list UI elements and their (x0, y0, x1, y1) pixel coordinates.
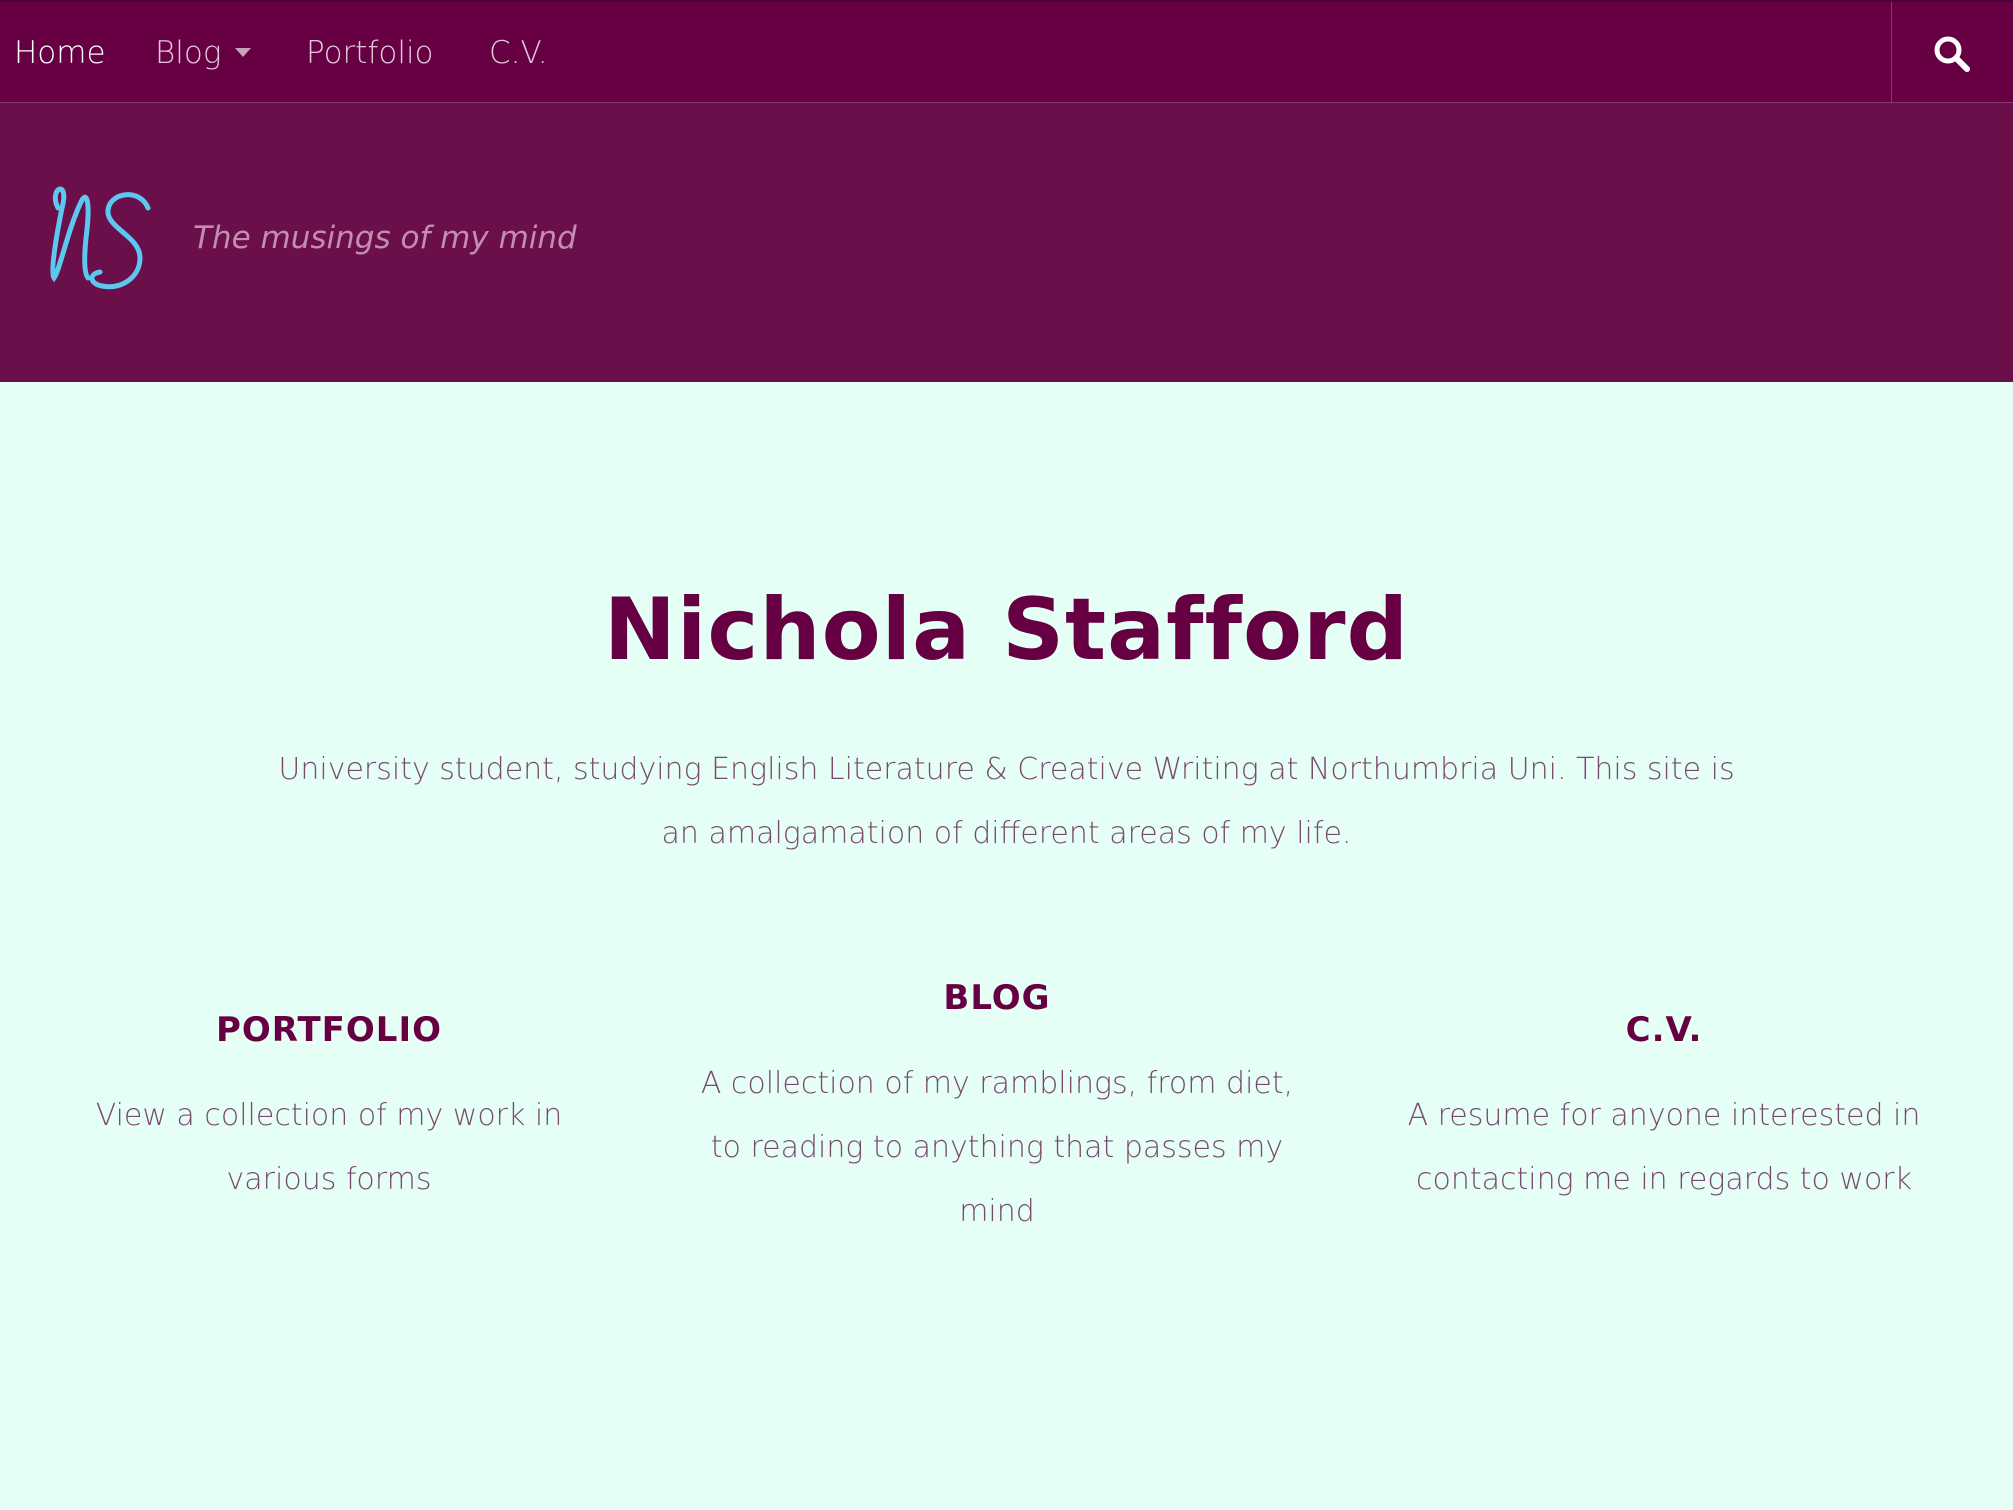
nav-item-cv[interactable]: C.V. (489, 2, 548, 104)
feature-column-cv: C.V. A resume for anyone interested in c… (1380, 1010, 1948, 1212)
nav-item-home[interactable]: Home (14, 2, 106, 104)
feature-column-portfolio: PORTFOLIO View a collection of my work i… (40, 1010, 618, 1212)
feature-column-blog: BLOG A collection of my ramblings, from … (700, 978, 1294, 1244)
feature-text-cv: A resume for anyone interested in contac… (1407, 1098, 1921, 1197)
feature-text-blog: A collection of my ramblings, from diet,… (700, 1066, 1294, 1229)
site-tagline: The musings of my mind (193, 220, 577, 256)
feature-heading-cv[interactable]: C.V. (1380, 1010, 1948, 1050)
feature-text-portfolio: View a collection of my work in various … (95, 1098, 563, 1197)
top-navigation: Home Blog Portfolio C.V. (0, 0, 2013, 104)
nav-item-blog[interactable]: Blog (155, 2, 252, 104)
nav-item-blog-label: Blog (155, 35, 222, 71)
search-area (1891, 2, 2013, 104)
intro-text: University student, studying English Lit… (278, 752, 1735, 851)
feature-heading-blog[interactable]: BLOG (700, 978, 1294, 1018)
site-logo[interactable] (40, 178, 160, 308)
feature-heading-portfolio[interactable]: PORTFOLIO (40, 1010, 618, 1050)
page-title: Nichola Stafford (603, 580, 1410, 680)
nav-item-portfolio[interactable]: Portfolio (306, 2, 434, 104)
chevron-down-icon (235, 48, 252, 57)
site-header: The musings of my mind (0, 103, 2013, 382)
search-icon[interactable] (1932, 34, 1972, 74)
